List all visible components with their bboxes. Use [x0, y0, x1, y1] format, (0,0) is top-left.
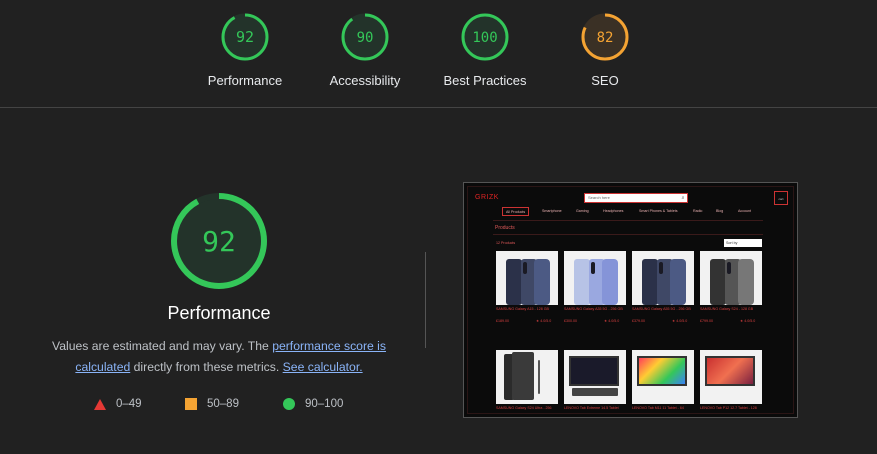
description-text: directly from these metrics. — [130, 360, 283, 374]
product-name: SAMSUNG Galaxy A15 - 128 GB — [496, 307, 549, 311]
divider — [493, 220, 763, 221]
product-name: LENOVO Tab Extreme 14.5 Tablet — [564, 406, 619, 410]
score-summary-bar: 92 Performance 90 Accessibility 100 Best… — [0, 0, 877, 108]
divider — [493, 234, 763, 235]
product-rating: ★ 4.0/5.0 — [604, 319, 620, 323]
square-icon — [185, 398, 197, 410]
nav-item: Smart Phones & Tablets — [639, 209, 678, 213]
description-text: Values are estimated and may vary. The — [52, 339, 273, 353]
nav-item: Headphones — [603, 209, 624, 213]
nav-item: Account — [738, 209, 751, 213]
product-image — [700, 350, 762, 404]
search-icon: ⌕ — [681, 195, 685, 201]
gauge-label: SEO — [591, 73, 619, 88]
screenshot-frame: GRIZK Search here ⌕ cart All Products Sm… — [467, 186, 794, 414]
product-name: SAMSUNG Galaxy A55 5G - 256 GB — [632, 307, 691, 311]
cart-icon: cart — [774, 191, 788, 205]
gauge-value: 92 — [202, 225, 236, 258]
product-image — [632, 251, 694, 305]
legend-label: 90–100 — [305, 398, 344, 410]
gauge-ring: 92 — [171, 193, 267, 289]
calculator-link[interactable]: See calculator. — [283, 360, 363, 374]
performance-gauge-large: 92 — [168, 190, 270, 292]
gauge-value: 82 — [597, 30, 614, 46]
nav-item: Smartphone — [542, 209, 562, 213]
product-image — [632, 350, 694, 404]
triangle-icon — [94, 398, 106, 410]
search-input: Search here — [584, 193, 688, 203]
section-title: Performance — [167, 303, 271, 323]
product-price: £300.00 — [564, 319, 577, 323]
gauge-ring: 90 — [341, 13, 389, 61]
gauge-label: Best Practices — [443, 73, 527, 88]
product-name: SAMSUNG Galaxy S24 - 128 GB — [700, 307, 754, 311]
product-name: SAMSUNG Galaxy A35 5G - 256 GB — [564, 307, 623, 311]
gauge-value: 100 — [472, 30, 497, 46]
product-image — [564, 251, 626, 305]
product-price: £189.00 — [496, 319, 509, 323]
product-count: 12 Products — [496, 241, 516, 245]
nav-item: Gaming — [576, 209, 589, 213]
gauge-seo[interactable]: 82 SEO — [545, 12, 665, 88]
gauge-ring: 92 — [221, 13, 269, 61]
site-logo: GRIZK — [475, 194, 499, 201]
site-nav: All Products Smartphone Gaming Headphone… — [502, 207, 762, 217]
gauge-ring: 100 — [461, 13, 509, 61]
nav-item: All Products — [502, 207, 530, 216]
divider — [425, 252, 426, 348]
page-screenshot[interactable]: GRIZK Search here ⌕ cart All Products Sm… — [463, 182, 798, 418]
product-rating: ★ 4.0/5.0 — [536, 319, 552, 323]
product-image — [496, 350, 558, 404]
sort-select: Sort by — [724, 239, 762, 247]
gauge-value: 90 — [357, 30, 374, 46]
gauge-value: 92 — [236, 28, 254, 46]
product-name: LENOVO Tab M11 11 Tablet - 64 — [632, 406, 684, 410]
gauge-label: Accessibility — [329, 73, 401, 88]
legend-fail: 0–49 — [94, 396, 142, 412]
product-name: SAMSUNG Galaxy S24 Ultra - 256 — [496, 406, 552, 410]
gauge-best-practices[interactable]: 100 Best Practices — [425, 12, 545, 88]
product-image — [564, 350, 626, 404]
product-price: £379.00 — [632, 319, 645, 323]
gauge-performance[interactable]: 92 Performance — [185, 12, 305, 88]
legend-average: 50–89 — [185, 396, 239, 412]
products-heading: Products — [495, 225, 515, 231]
legend-pass: 90–100 — [283, 396, 343, 412]
circle-icon — [283, 398, 295, 410]
nav-item: Radio — [693, 209, 703, 213]
product-rating: ★ 4.0/5.0 — [740, 319, 756, 323]
gauge-accessibility[interactable]: 90 Accessibility — [305, 12, 425, 88]
legend-label: 0–49 — [116, 398, 142, 410]
product-name: LENOVO Tab P12 12.7 Tablet - 128 — [700, 406, 757, 410]
gauge-label: Performance — [207, 73, 283, 88]
nav-item: Blog — [716, 209, 724, 213]
legend-label: 50–89 — [207, 398, 239, 410]
product-image — [496, 251, 558, 305]
product-rating: ★ 4.0/5.0 — [672, 319, 688, 323]
product-image — [700, 251, 762, 305]
gauge-ring: 82 — [581, 13, 629, 61]
product-price: £799.00 — [700, 319, 713, 323]
score-description: Values are estimated and may vary. The p… — [40, 336, 398, 378]
